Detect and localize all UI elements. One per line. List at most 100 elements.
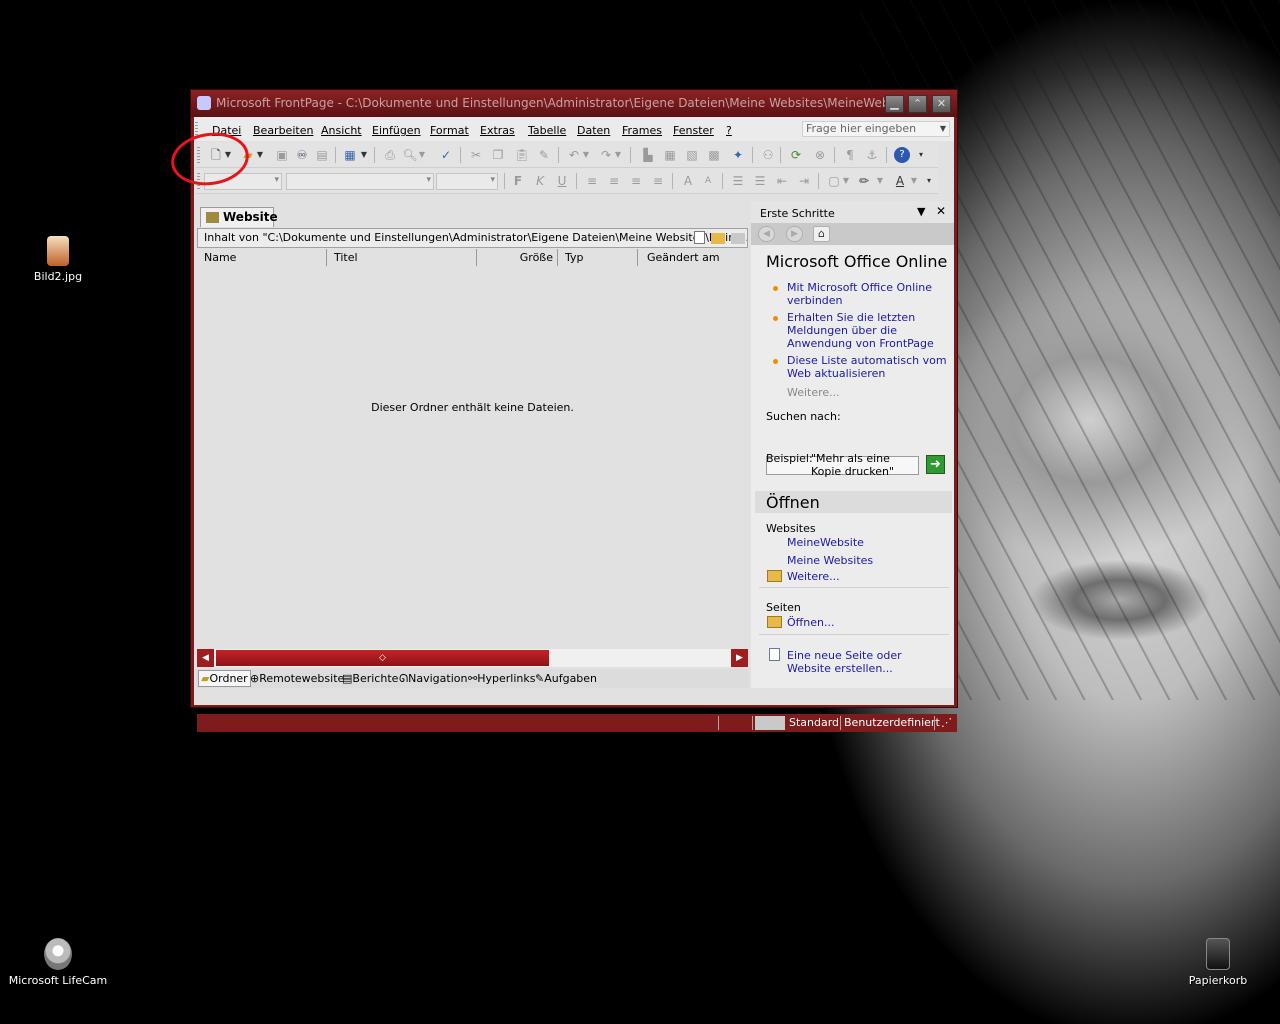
- close-button[interactable]: ✕: [932, 95, 951, 113]
- highlight-icon[interactable]: ✏: [856, 173, 872, 189]
- decrease-indent-icon[interactable]: ⇤: [774, 173, 790, 189]
- resize-grip-icon[interactable]: ⋰: [941, 716, 952, 730]
- insert-table-icon[interactable]: ▦: [662, 147, 678, 163]
- menu-ansicht[interactable]: Ansicht: [321, 124, 362, 137]
- link-meine-websites[interactable]: Meine Websites: [787, 554, 873, 567]
- menu-fenster[interactable]: Fenster: [673, 124, 714, 137]
- link-connect-office-online[interactable]: Mit Microsoft Office Online verbinden: [787, 281, 947, 307]
- redo-icon[interactable]: ↷: [598, 147, 614, 163]
- menu-daten[interactable]: Daten: [577, 124, 610, 137]
- menu-frames[interactable]: Frames: [622, 124, 662, 137]
- view-tab-navigation[interactable]: ᘏNavigation: [399, 672, 467, 686]
- status-custom[interactable]: Benutzerdefiniert: [844, 716, 940, 730]
- task-pane-menu-icon[interactable]: ▼: [917, 205, 925, 218]
- home-icon[interactable]: ⌂: [813, 226, 830, 242]
- title-bar[interactable]: Microsoft FrontPage - C:\Dokumente und E…: [191, 90, 957, 117]
- increase-font-icon[interactable]: A: [680, 173, 696, 189]
- tab-website[interactable]: Website: [200, 207, 278, 227]
- scroll-thumb[interactable]: ◇: [216, 650, 549, 666]
- font-color-icon[interactable]: A: [892, 173, 908, 189]
- column-header-title[interactable]: Titel: [327, 249, 477, 266]
- view-tab-aufgaben[interactable]: ✎Aufgaben: [535, 672, 597, 685]
- menu-format[interactable]: Format: [430, 124, 469, 137]
- drawing-icon[interactable]: ✦: [730, 147, 746, 163]
- spelling-icon[interactable]: ✓: [438, 147, 454, 163]
- link-latest-news[interactable]: Erhalten Sie die letzten Meldungen über …: [787, 311, 949, 350]
- new-folder-icon[interactable]: [711, 233, 725, 244]
- highlight-dropdown-icon[interactable]: ▼: [876, 173, 884, 189]
- search-go-button[interactable]: ➜: [926, 455, 945, 474]
- column-header-size[interactable]: Größe: [477, 249, 558, 266]
- link-auto-update[interactable]: Diese Liste automatisch vom Web aktualis…: [787, 354, 952, 380]
- folder-up-icon[interactable]: [731, 233, 745, 244]
- borders-dropdown-icon[interactable]: ▼: [842, 173, 850, 189]
- column-header-name[interactable]: Name: [197, 249, 327, 266]
- chevron-down-icon[interactable]: ▼: [940, 122, 946, 136]
- hyperlink-icon[interactable]: ⚇: [760, 147, 776, 163]
- forward-icon[interactable]: ▶: [786, 226, 803, 242]
- new-page-icon[interactable]: [694, 231, 705, 244]
- menu-tabelle[interactable]: Tabelle: [528, 124, 566, 137]
- back-icon[interactable]: ◀: [758, 226, 775, 242]
- align-left-icon[interactable]: ≡: [584, 173, 600, 189]
- preview-dropdown-icon[interactable]: ▼: [418, 147, 426, 163]
- pane-dropdown-icon[interactable]: ▼: [360, 147, 368, 163]
- menu-help[interactable]: ?: [726, 124, 732, 137]
- font-size-combo[interactable]: [436, 173, 498, 190]
- redo-dropdown-icon[interactable]: ▼: [614, 147, 622, 163]
- column-header-modified[interactable]: Geändert am: [638, 249, 748, 266]
- insert-layer-icon[interactable]: ▧: [684, 147, 700, 163]
- link-websites-more[interactable]: Weitere...: [787, 570, 840, 583]
- paste-icon[interactable]: 📋︎: [514, 147, 530, 163]
- web-component-icon[interactable]: ▙: [640, 147, 656, 163]
- format-painter-icon[interactable]: ✎: [536, 147, 552, 163]
- view-tab-hyperlinks[interactable]: ⚯Hyperlinks: [468, 672, 535, 685]
- link-pages-open[interactable]: Öffnen...: [787, 616, 834, 629]
- minimize-button[interactable]: ▁: [885, 95, 904, 113]
- numbering-icon[interactable]: ☰: [730, 173, 746, 189]
- desktop-icon-recycle-bin[interactable]: Papierkorb: [1168, 938, 1268, 987]
- preview-icon[interactable]: 🔍︎: [402, 147, 418, 163]
- view-tab-ordner[interactable]: ▰Ordner: [198, 670, 251, 687]
- restore-button[interactable]: ⌃: [908, 95, 927, 113]
- help-icon[interactable]: ?: [894, 147, 910, 163]
- increase-indent-icon[interactable]: ⇥: [796, 173, 812, 189]
- bullets-icon[interactable]: ☰: [752, 173, 768, 189]
- print-icon[interactable]: ⎙: [382, 147, 398, 163]
- column-header-type[interactable]: Typ: [558, 249, 638, 266]
- publish-icon[interactable]: ▤: [314, 147, 330, 163]
- toggle-pane-icon[interactable]: ▦: [342, 147, 358, 163]
- insert-picture-icon[interactable]: ▩: [706, 147, 722, 163]
- toolbar-options-icon[interactable]: ▾: [924, 173, 934, 189]
- menu-extras[interactable]: Extras: [480, 124, 515, 137]
- font-color-dropdown-icon[interactable]: ▼: [910, 173, 918, 189]
- borders-icon[interactable]: ▢: [826, 173, 842, 189]
- copy-icon[interactable]: ❐: [490, 147, 506, 163]
- view-tab-berichte[interactable]: ▤Berichte: [342, 672, 398, 685]
- cut-icon[interactable]: ✂: [468, 147, 484, 163]
- anchor-icon[interactable]: ⚓: [864, 147, 880, 163]
- scroll-right-icon[interactable]: ▶: [731, 649, 748, 667]
- scroll-left-icon[interactable]: ◀: [197, 649, 214, 667]
- file-list[interactable]: Name Titel Größe Typ Geändert am Dieser …: [197, 249, 748, 636]
- underline-icon[interactable]: U: [554, 173, 570, 189]
- toolbar-options-icon[interactable]: ▾: [916, 147, 926, 163]
- undo-icon[interactable]: ↶: [566, 147, 582, 163]
- stop-icon[interactable]: ⊗: [812, 147, 828, 163]
- ask-question-box[interactable]: Frage hier eingeben ▼: [802, 121, 950, 137]
- bold-icon[interactable]: F: [510, 173, 526, 189]
- view-tab-remotewebsite[interactable]: ⊕Remotewebsite: [250, 672, 344, 685]
- desktop-icon-lifecam[interactable]: Microsoft LifeCam: [8, 938, 108, 987]
- menu-bearbeiten[interactable]: Bearbeiten: [253, 124, 313, 137]
- horizontal-scrollbar[interactable]: ◀ ◇ ▶: [197, 649, 748, 667]
- frontpage-app-icon[interactable]: [197, 96, 211, 110]
- link-meinewebsite[interactable]: MeineWebsite: [787, 536, 864, 549]
- refresh-icon[interactable]: ⟳: [788, 147, 804, 163]
- decrease-font-icon[interactable]: A: [700, 173, 716, 189]
- undo-dropdown-icon[interactable]: ▼: [582, 147, 590, 163]
- align-right-icon[interactable]: ≡: [628, 173, 644, 189]
- font-combo[interactable]: [286, 173, 434, 190]
- link-new-page-or-website[interactable]: Eine neue Seite oder Website erstellen..…: [787, 649, 947, 675]
- status-mode[interactable]: Standard: [789, 716, 839, 730]
- show-all-icon[interactable]: ¶: [842, 147, 858, 163]
